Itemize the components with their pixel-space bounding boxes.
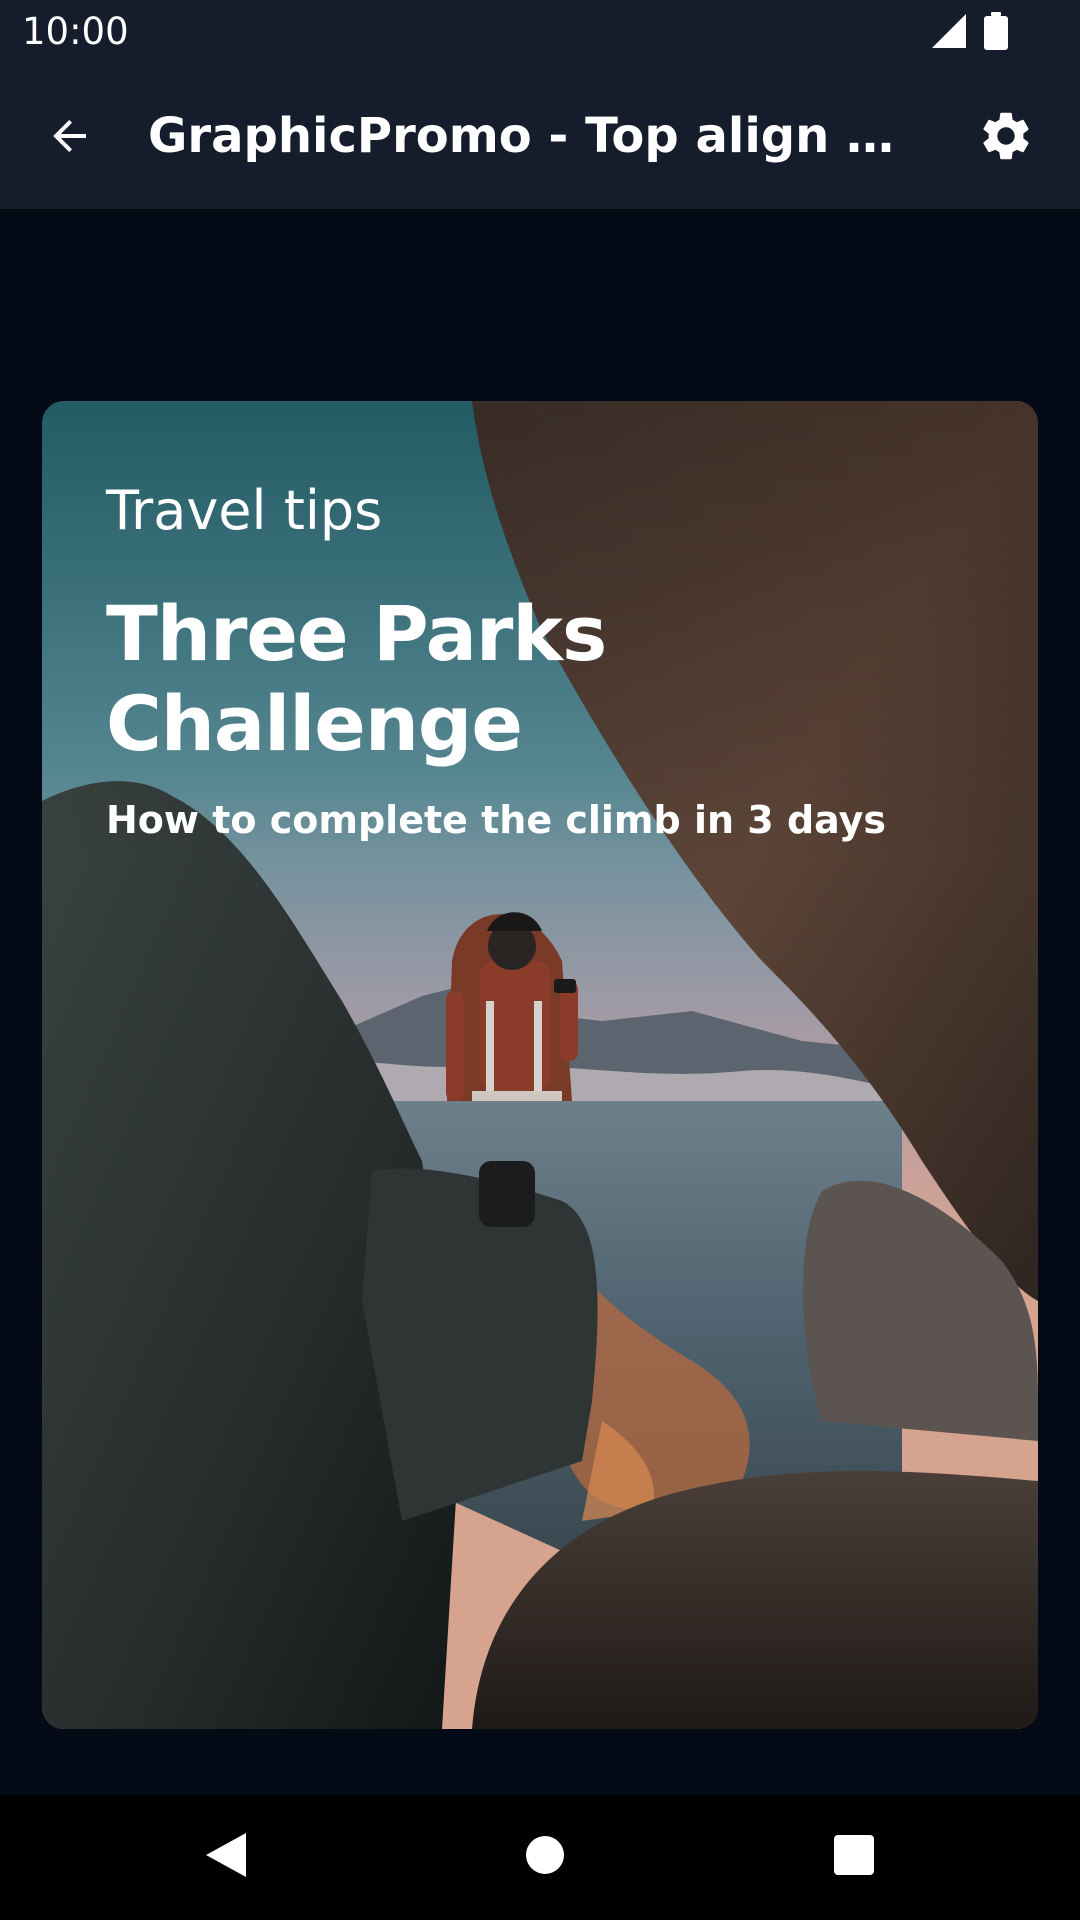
battery-icon	[984, 12, 1008, 50]
back-button[interactable]	[38, 104, 102, 168]
gear-icon	[983, 112, 1029, 160]
promo-text-block: Travel tips Three Parks Challenge How to…	[106, 477, 1006, 845]
promo-subtitle: How to complete the climb in 3 days	[106, 798, 887, 842]
arrow-back-icon	[53, 120, 86, 152]
promo-card[interactable]: Travel tips Three Parks Challenge How to…	[42, 401, 1038, 1729]
app-bar: GraphicPromo - Top align with text	[0, 64, 1080, 209]
promo-title: Three Parks Challenge	[106, 589, 607, 768]
settings-button[interactable]	[974, 104, 1038, 168]
system-nav-bar	[0, 1795, 1080, 1920]
square-recents-icon[interactable]	[826, 1827, 882, 1883]
triangle-back-icon[interactable]	[198, 1827, 254, 1883]
screen: 10:00 GraphicPromo - Top align with text	[0, 0, 1080, 1920]
status-time: 10:00	[22, 10, 129, 53]
signal-icon	[932, 14, 966, 48]
status-bar: 10:00	[0, 0, 1080, 64]
circle-home-icon[interactable]	[517, 1827, 573, 1883]
promo-eyebrow: Travel tips	[106, 479, 383, 542]
app-title: GraphicPromo - Top align with text	[148, 108, 938, 164]
